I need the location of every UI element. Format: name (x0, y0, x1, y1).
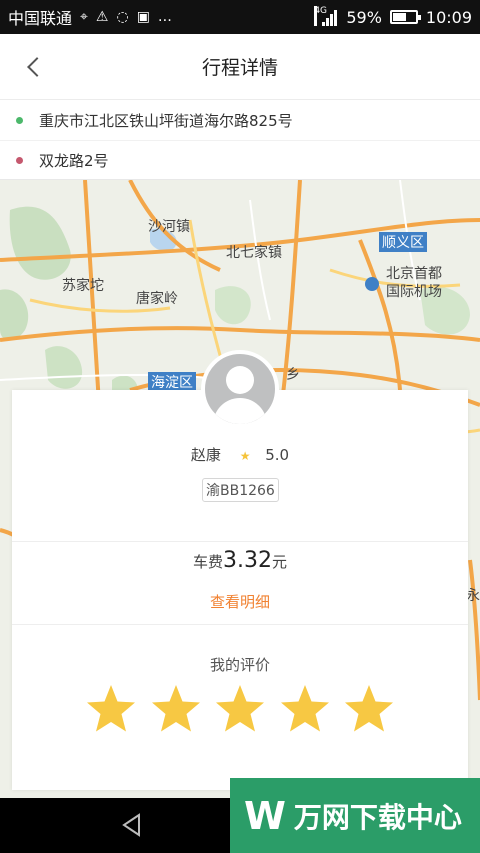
carrier-name: 中国联通 (8, 9, 73, 28)
rating-star-4-icon[interactable] (279, 683, 331, 735)
rating-star-1-icon[interactable] (85, 683, 137, 735)
battery-icon (389, 10, 421, 24)
my-rating-label: 我的评价 (209, 656, 270, 674)
map-label-shahe: 沙河镇 (148, 219, 190, 235)
message-icon: ◌ (116, 9, 129, 25)
destination-dot-icon (16, 157, 23, 164)
trip-summary-card: 赵康 ★ 5.0 渝BB1266 车费3.32元 查看明细 我的评价 (12, 350, 468, 790)
status-bar: 中国联通 ⌖ ⚠ ◌ ▣ … 4G 59% 10:09 (0, 0, 480, 34)
more-icon: … (157, 9, 172, 25)
avatar-head (226, 366, 254, 394)
map-label-haidian: 海淀区 (148, 372, 196, 392)
destination-address: 双龙路2号 (39, 152, 109, 170)
view-detail-link[interactable]: 查看明细 (12, 591, 468, 612)
page-title: 行程详情 (201, 57, 278, 79)
driver-info: 赵康 ★ 5.0 (12, 444, 468, 465)
rating-star-icon: ★ (239, 449, 251, 463)
image-icon: ▣ (136, 9, 150, 25)
fare-label: 车费 (192, 553, 223, 571)
driver-rating: 5.0 (265, 446, 290, 464)
warning-icon: ⚠ (95, 9, 109, 25)
map-label-shunyi: 顺义区 (379, 232, 427, 252)
rating-star-5-icon[interactable] (343, 683, 395, 735)
map-label-yong: 永 (466, 588, 480, 604)
origin-dot-icon (16, 116, 23, 124)
watermark-logo-icon: W (244, 793, 286, 838)
route-panel: 重庆市江北区铁山坪街道海尔路825号 双龙路2号 (0, 100, 480, 180)
battery-percent: 59% (346, 7, 382, 27)
avatar-body (213, 398, 267, 424)
nav-back-icon[interactable] (119, 812, 145, 838)
rating-star-3-icon[interactable] (214, 683, 266, 735)
network-type: 4G (314, 6, 327, 26)
clock: 10:09 (425, 7, 472, 27)
status-right: 4G 59% 10:09 (314, 6, 472, 27)
origin-address: 重庆市江北区铁山坪街道海尔路825号 (39, 111, 293, 130)
map-label-beiqijia: 北七家镇 (226, 245, 282, 261)
rating-star-2-icon[interactable] (150, 683, 202, 735)
divider (12, 541, 468, 542)
fare-amount: 3.32 (223, 548, 272, 573)
driver-name: 赵康 (190, 446, 221, 464)
watermark-text: 万网下载中心 (293, 800, 462, 834)
watermark-banner: W 万网下载中心 (230, 778, 480, 853)
divider (12, 624, 468, 625)
back-button[interactable] (18, 52, 48, 82)
header: 行程详情 (0, 34, 480, 100)
map-label-airport: 北京首都国际机场 (386, 266, 442, 300)
license-plate: 渝BB1266 (202, 478, 279, 502)
fare-unit: 元 (271, 553, 287, 571)
signal-icon: 4G (314, 6, 338, 26)
destination-row: 双龙路2号 (0, 140, 480, 180)
status-left: 中国联通 ⌖ ⚠ ◌ ▣ … (8, 5, 172, 29)
battery-fill (392, 13, 406, 21)
rating-stars[interactable] (85, 683, 395, 741)
driver-avatar (201, 350, 279, 428)
location-icon: ⌖ (80, 9, 88, 25)
map-label-sujiatuo: 苏家坨 (62, 278, 104, 294)
origin-row: 重庆市江北区铁山坪街道海尔路825号 (0, 100, 480, 140)
map-label-tangjialing: 唐家岭 (136, 291, 178, 307)
map-label-xiang: 乡 (286, 367, 300, 383)
fare-row: 车费3.32元 (12, 548, 468, 573)
